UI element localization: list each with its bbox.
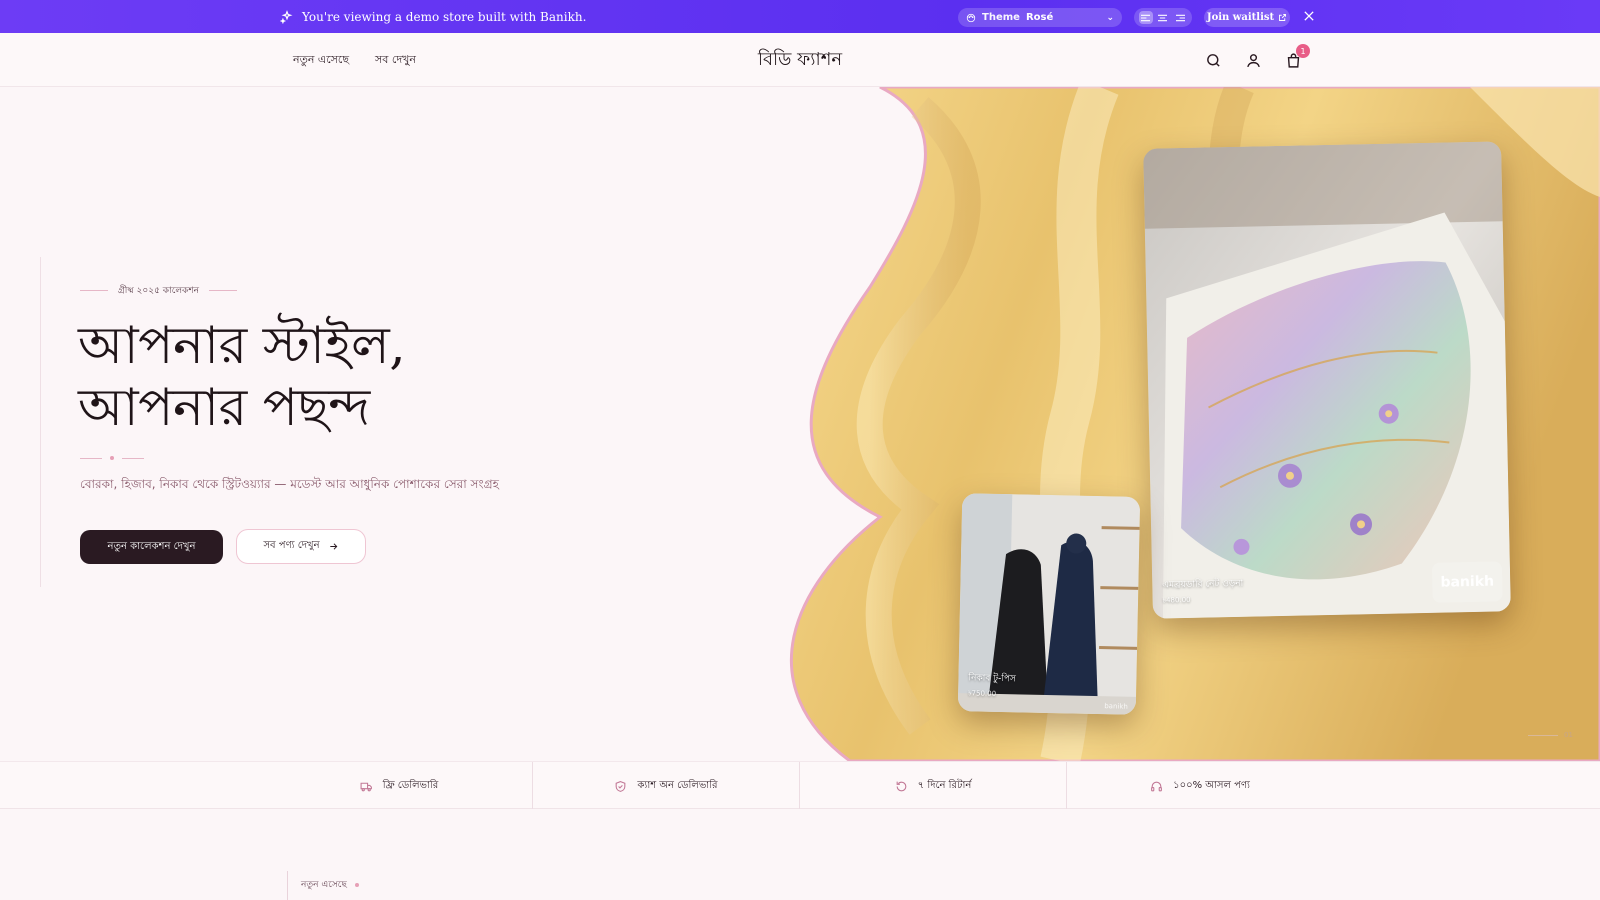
hero-side-line	[40, 257, 41, 587]
product-card-niqab-two-piece[interactable]: নিকাব টু-পিস ৳750.00 banikh	[957, 493, 1141, 715]
align-right-icon	[1175, 14, 1185, 21]
demo-banner: You're viewing a demo store built with B…	[0, 0, 1600, 33]
account-button[interactable]	[1243, 50, 1263, 70]
nav-view-all[interactable]: সব দেখুন	[375, 51, 416, 70]
view-new-collection-button[interactable]: নতুন কালেকশন দেখুন	[80, 530, 223, 564]
join-waitlist-button[interactable]: Join waitlist	[1204, 8, 1290, 27]
product-image-dupatta	[1143, 141, 1511, 619]
section-eyebrow-text: নতুন এসেছে	[301, 880, 347, 890]
sparkles-icon	[280, 9, 293, 24]
nav-new-arrivals[interactable]: নতুন এসেছে	[293, 51, 349, 70]
banikh-watermark: banikh	[1104, 702, 1128, 711]
demo-message: You're viewing a demo store built with B…	[280, 0, 586, 33]
feature-free-delivery: ফ্রি ডেলিভারি	[266, 762, 532, 810]
align-center-icon	[1158, 14, 1168, 21]
close-banner-button[interactable]	[1302, 9, 1316, 23]
hero-eyebrow: গ্রীষ্ম ২০২৫ কালেকশন	[80, 283, 238, 298]
truck-icon	[360, 782, 372, 791]
feature-cash-on-delivery: ক্যাশ অন ডেলিভারি	[533, 762, 799, 810]
cart-button[interactable]: 1	[1283, 44, 1310, 70]
feature-label: ১০০% আসল পণ্য	[1173, 779, 1250, 791]
feature-label: ক্যাশ অন ডেলিভারি	[637, 779, 718, 791]
search-button[interactable]	[1203, 50, 1223, 70]
search-icon	[1206, 53, 1220, 67]
align-left-button[interactable]	[1138, 11, 1153, 24]
product-card-embroidered-dupatta[interactable]: এমব্রয়ডারি নেট ওড়না ৳480.00 banikh	[1143, 141, 1511, 619]
product-title: নিকাব টু-পিস	[968, 673, 1017, 685]
view-all-products-button[interactable]: সব পণ্য দেখুন	[236, 529, 366, 564]
theme-label: Theme	[982, 12, 1020, 23]
user-icon	[1246, 53, 1260, 67]
theme-select[interactable]: Theme Rosé ⌄	[958, 8, 1122, 27]
align-center-button[interactable]	[1156, 11, 1170, 24]
hero-headline: আপনার স্টাইল, আপনার পছন্দ	[78, 315, 406, 439]
hero-headline-line1: আপনার স্টাইল,	[78, 316, 406, 376]
chevron-down-icon: ⌄	[1106, 12, 1114, 23]
theme-value: Rosé	[1025, 12, 1054, 23]
site-header: নতুন এসেছে সব দেখুন বিডি ফ্যাশন 1	[0, 33, 1600, 87]
hero-eyebrow-text: গ্রীষ্ম ২০২৫ কালেকশন	[118, 286, 200, 296]
arrow-right-icon	[329, 543, 337, 550]
product-card-caption: এমব্রয়ডারি নেট ওড়না ৳480.00	[1162, 576, 1244, 607]
feature-seven-day-return: ৭ দিনে রিটার্ন	[800, 762, 1066, 810]
feature-authentic-products: ১০০% আসল পণ্য	[1067, 762, 1333, 810]
product-price: ৳750.00	[968, 689, 997, 698]
align-left-icon	[1141, 14, 1151, 21]
palette-icon	[966, 13, 976, 22]
join-waitlist-label: Join waitlist	[1206, 12, 1275, 23]
view-all-products-label: সব পণ্য দেখুন	[263, 540, 320, 551]
hero-section: গ্রীষ্ম ২০২৫ কালেকশন আপনার স্টাইল, আপনার…	[0, 87, 1600, 761]
product-card-caption: নিকাব টু-পিস ৳750.00	[968, 670, 1016, 700]
feature-label: ফ্রি ডেলিভারি	[382, 779, 439, 791]
new-arrivals-section: নতুন এসেছে	[0, 809, 1600, 900]
slide-indicator: 01	[1528, 731, 1573, 739]
section-eyebrow: নতুন এসেছে	[301, 877, 359, 892]
feature-bar: ফ্রি ডেলিভারি ক্যাশ অন ডেলিভারি ৭ দিনে র…	[0, 761, 1600, 810]
hero-subtitle: বোরকা, হিজাব, নিকাব থেকে স্ট্রিটওয়্যার …	[80, 477, 499, 491]
alignment-toggle	[1134, 8, 1192, 27]
hero-divider	[80, 456, 144, 460]
cart-count-badge: 1	[1296, 44, 1310, 58]
product-title: এমব্রয়ডারি নেট ওড়না	[1162, 578, 1244, 591]
headphones-icon	[1151, 781, 1163, 791]
header-actions: 1	[1203, 33, 1310, 87]
hero-headline-line2: আপনার পছন্দ	[78, 378, 370, 438]
product-price: ৳480.00	[1162, 595, 1191, 605]
brand-logo[interactable]: বিডি ফ্যাশন	[700, 33, 900, 87]
external-link-icon	[1279, 14, 1287, 21]
main-nav: নতুন এসেছে সব দেখুন	[293, 33, 416, 87]
demo-message-text: You're viewing a demo store built with B…	[302, 9, 587, 24]
shield-check-icon	[616, 780, 626, 792]
align-right-button[interactable]	[1173, 11, 1187, 24]
refresh-icon	[896, 781, 907, 791]
section-side-line	[287, 871, 288, 900]
banikh-logo: banikh	[1431, 561, 1503, 603]
feature-label: ৭ দিনে রিটার্ন	[917, 779, 972, 791]
close-icon	[1304, 11, 1314, 21]
slide-index: 01	[1564, 731, 1573, 739]
